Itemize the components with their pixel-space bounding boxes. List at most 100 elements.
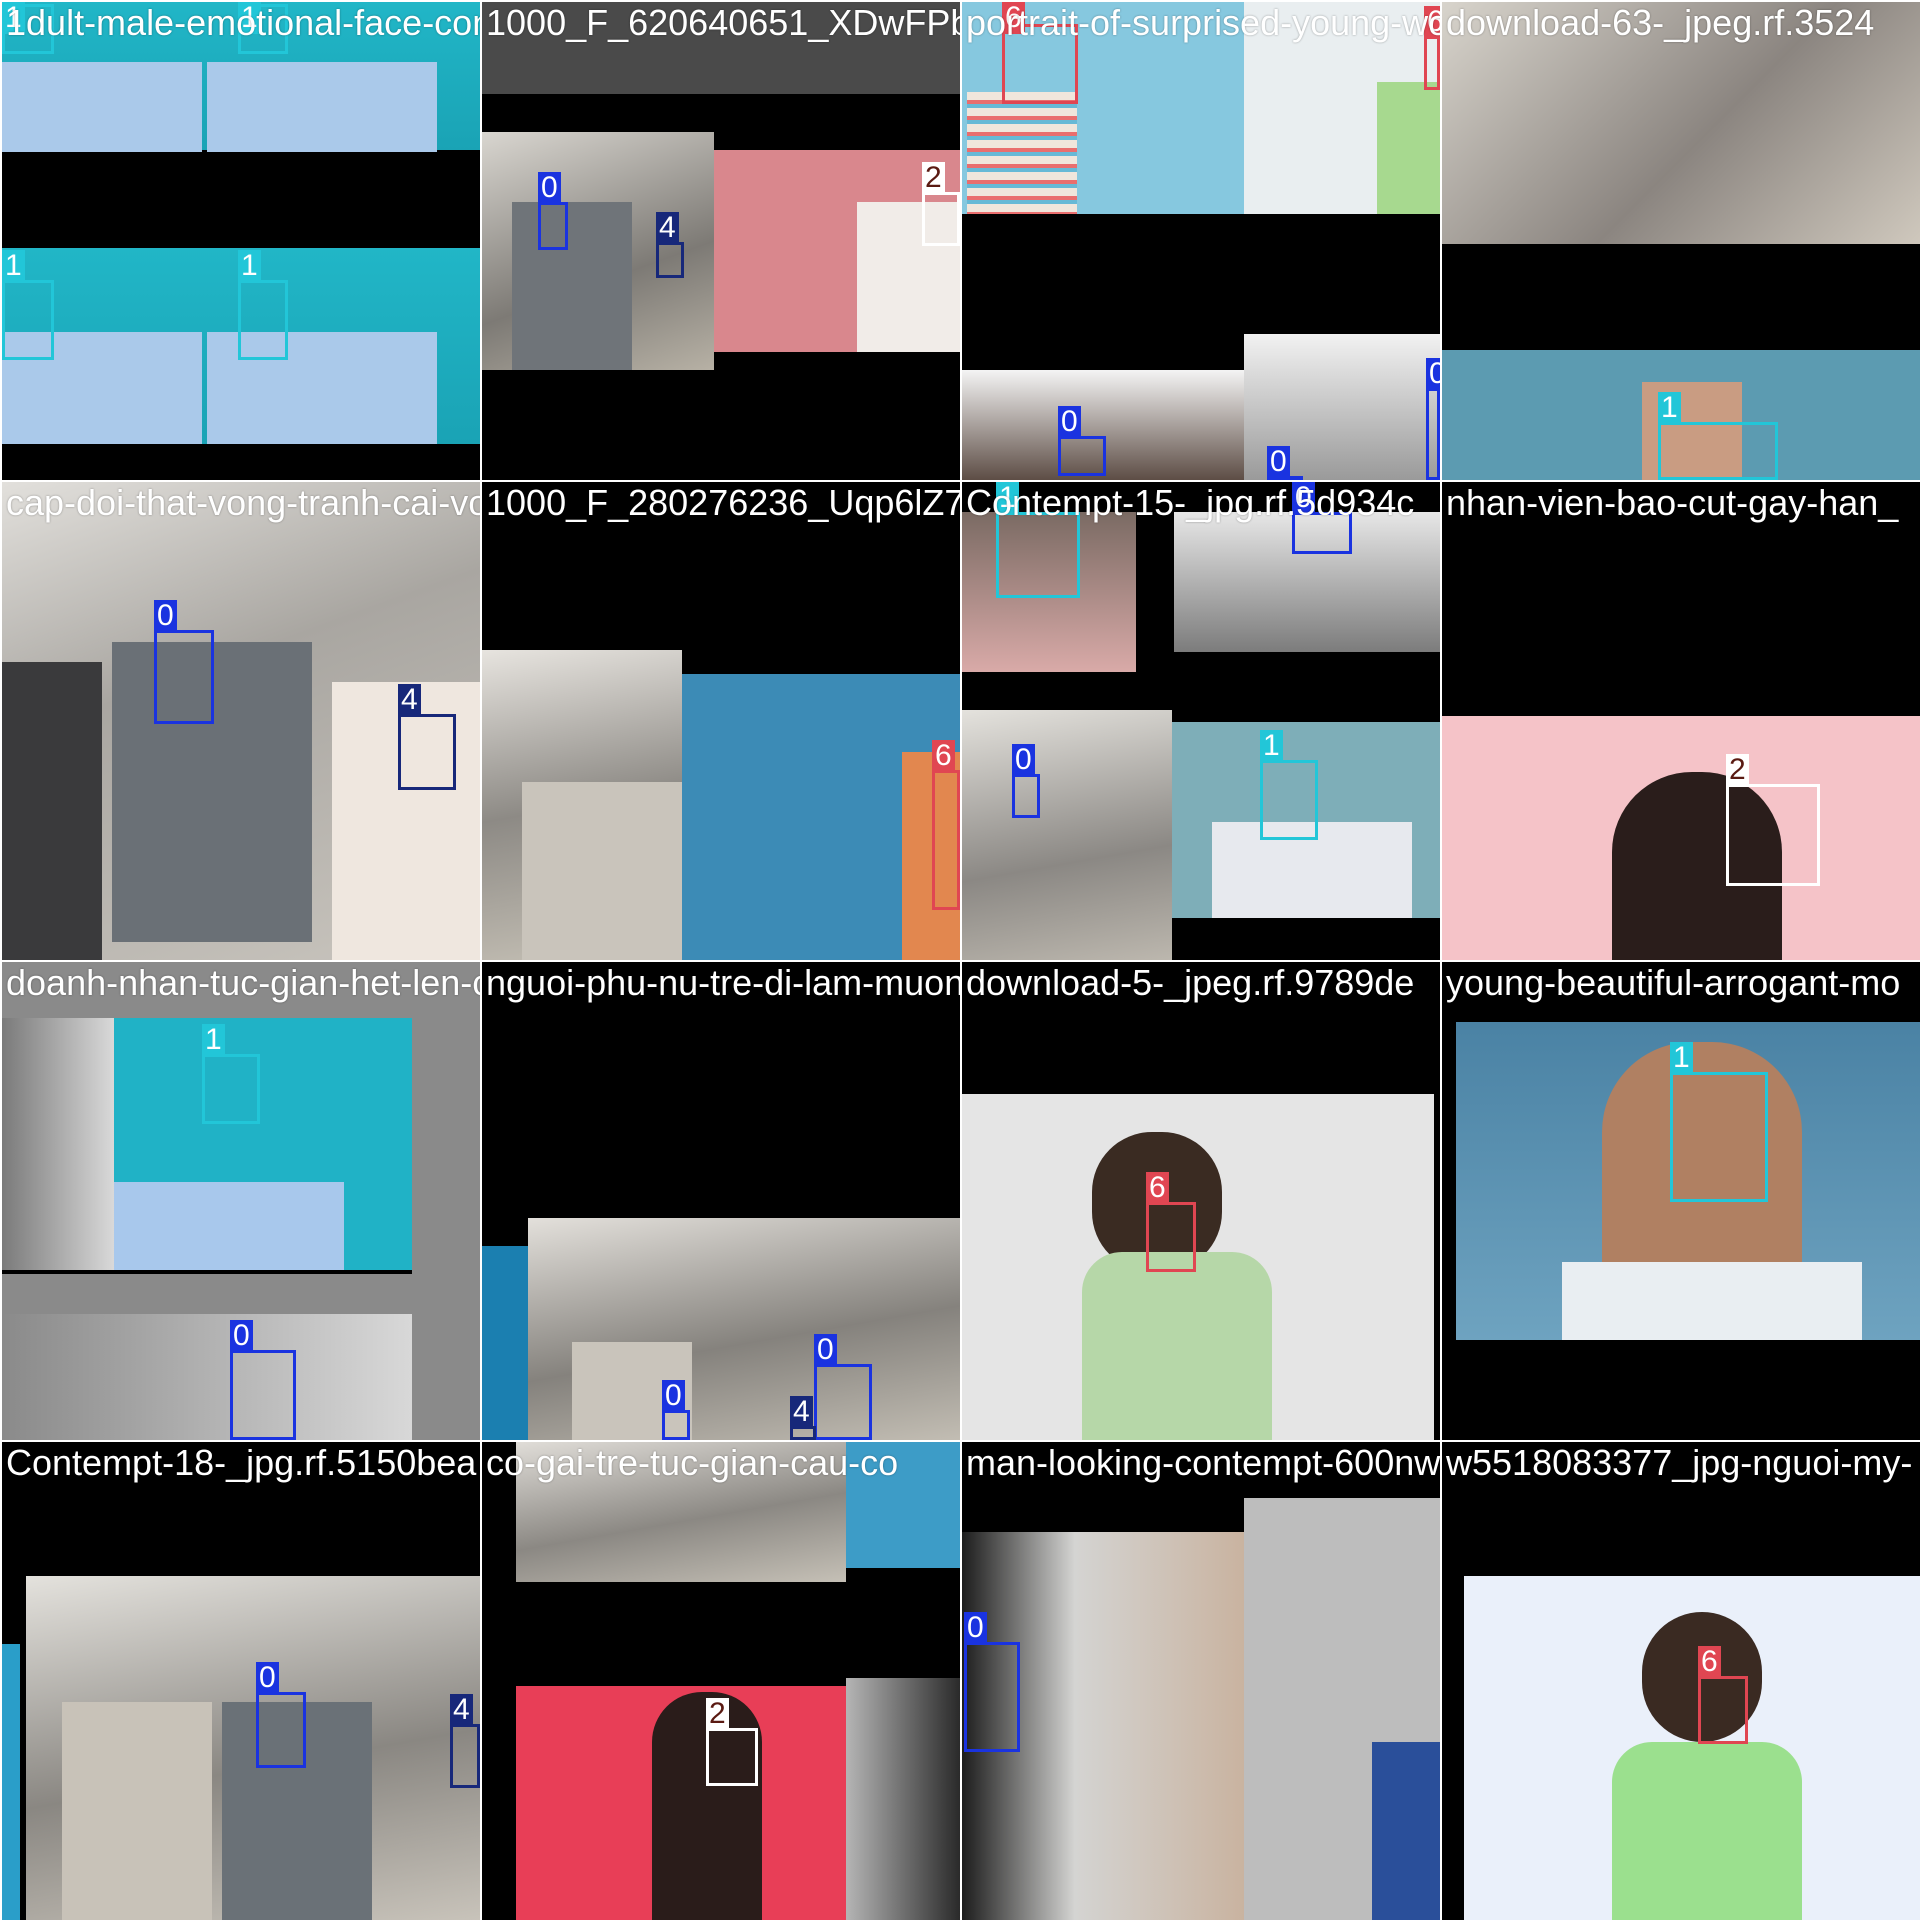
- bbox-class-0: [964, 1642, 1020, 1752]
- mosaic-tile: young-beautiful-arrogant-mo 1: [1442, 962, 1920, 1440]
- mosaic-tile: nhan-vien-bao-cut-gay-han_ 2: [1442, 482, 1920, 960]
- photo-region: [846, 1678, 960, 1920]
- bbox-class-0: [1058, 436, 1106, 476]
- tile-caption: Contempt-18-_jpg.rf.5150bea: [6, 1442, 477, 1483]
- bbox-class-label: 1: [238, 250, 261, 282]
- photo-region: [2, 1018, 114, 1270]
- bbox-class-label: 0: [538, 172, 561, 204]
- mosaic-tile: download-63-_jpeg.rf.3524 1: [1442, 2, 1920, 480]
- bbox-class-label: 1: [202, 1024, 225, 1056]
- bbox-class-0: [1426, 388, 1440, 480]
- mosaic-tile: 1000_F_280276236_Uqp6lZ7 6: [482, 482, 960, 960]
- person-shape: [62, 1702, 212, 1920]
- bbox-class-1: [202, 1054, 260, 1124]
- mosaic-tile: cap-doi-that-vong-tranh-cai-vo-nhan-vien…: [2, 482, 480, 960]
- mosaic-tile: w5518083377_jpg-nguoi-my- 6: [1442, 1442, 1920, 1920]
- bbox-class-label: 6: [932, 740, 955, 772]
- tile-caption: man-looking-contempt-600nw: [966, 1442, 1440, 1483]
- bbox-class-label: 0: [230, 1320, 253, 1352]
- bbox-class-6: [1146, 1202, 1196, 1272]
- bbox-class-4: [656, 242, 684, 278]
- bbox-class-label: 2: [1726, 754, 1749, 786]
- tile-caption: co-gai-tre-tuc-gian-cau-co: [486, 1442, 899, 1483]
- tile-caption: 1000_F_280276236_Uqp6lZ7: [486, 482, 960, 523]
- photo-region: [962, 710, 1172, 960]
- bbox-class-1: [1260, 760, 1318, 840]
- shirt-shape: [2, 62, 202, 152]
- bbox-class-label: 2: [706, 1698, 729, 1730]
- tile-caption: nhan-vien-bao-cut-gay-han_: [1446, 482, 1899, 523]
- shirt-shape: [967, 92, 1077, 214]
- tile-caption: 1000_F_620640651_XDwFPbd: [486, 2, 960, 43]
- bbox-class-label: 0: [814, 1334, 837, 1366]
- shirt-shape: [207, 62, 437, 152]
- tile-caption: cap-doi-that-vong-tranh-cai-vo-nhan-vien: [6, 482, 480, 523]
- tile-caption: nguoi-phu-nu-tre-di-lam-muon_jpg: [486, 962, 960, 1003]
- augmentation-mosaic-grid: 1dult-male-emotional-face-contempt-600nw…: [0, 0, 1920, 1920]
- tile-caption: w5518083377_jpg-nguoi-my-: [1446, 1442, 1913, 1483]
- bbox-class-label: 0: [662, 1380, 685, 1412]
- mosaic-tile: co-gai-tre-tuc-gian-cau-co 2: [482, 1442, 960, 1920]
- bbox-class-label: 0: [256, 1662, 279, 1694]
- mosaic-tile: doanh-nhan-tuc-gian-het-len-con-duoc 1 0: [2, 962, 480, 1440]
- bbox-class-6: [1698, 1676, 1748, 1744]
- bbox-class-label: 1: [1658, 392, 1681, 424]
- bbox-class-0: [814, 1364, 872, 1440]
- person-shape: [512, 202, 632, 370]
- bbox-class-label: 2: [922, 162, 945, 194]
- bbox-class-label: 0: [1267, 446, 1290, 478]
- mosaic-tile: portrait-of-surprised-young-woman 66000: [962, 2, 1440, 480]
- bbox-class-1: [1658, 422, 1778, 480]
- mosaic-tile: Contempt-15-_jpg.rf.5d934c 1001: [962, 482, 1440, 960]
- bbox-class-label: 1: [1670, 1042, 1693, 1074]
- tile-caption: download-5-_jpeg.rf.9789de: [966, 962, 1415, 1003]
- photo-region: [2, 1644, 20, 1920]
- shirt-shape: [114, 1182, 344, 1270]
- mosaic-tile: man-looking-contempt-600nw 0: [962, 1442, 1440, 1920]
- bbox-class-0: [256, 1692, 306, 1768]
- bbox-class-label: 0: [964, 1612, 987, 1644]
- bbox-class-label: 0: [1012, 744, 1035, 776]
- mosaic-tile: download-5-_jpeg.rf.9789de 6: [962, 962, 1440, 1440]
- bbox-class-label: 1: [1260, 730, 1283, 762]
- bbox-class-label: 1: [2, 250, 25, 282]
- bbox-class-0: [538, 202, 568, 250]
- photo-region: [2, 1314, 412, 1440]
- bbox-class-4: [398, 714, 456, 790]
- mosaic-tile: 1dult-male-emotional-face-contempt-600nw…: [2, 2, 480, 480]
- bbox-class-4: [790, 1426, 816, 1440]
- bbox-class-2: [1726, 784, 1820, 886]
- bbox-class-1: [1670, 1072, 1768, 1202]
- bbox-class-0: [662, 1410, 690, 1440]
- bbox-class-1: [2, 280, 54, 360]
- bbox-class-label: 6: [1698, 1646, 1721, 1678]
- bbox-class-0: [154, 630, 214, 724]
- bbox-class-label: 4: [450, 1694, 473, 1726]
- shirt-shape: [1082, 1252, 1272, 1440]
- person-shape: [2, 662, 102, 960]
- shirt-shape: [1612, 1742, 1802, 1920]
- bbox-class-label: 0: [1058, 406, 1081, 438]
- bbox-class-label: 4: [398, 684, 421, 716]
- bbox-class-6: [1424, 36, 1440, 90]
- mosaic-tile: nguoi-phu-nu-tre-di-lam-muon_jpg 004: [482, 962, 960, 1440]
- bbox-class-2: [922, 192, 960, 246]
- bbox-class-1: [996, 512, 1080, 598]
- bbox-class-label: 4: [656, 212, 679, 244]
- tile-caption: download-63-_jpeg.rf.3524: [1446, 2, 1875, 43]
- tile-caption: young-beautiful-arrogant-mo: [1446, 962, 1901, 1003]
- shirt-shape: [1377, 82, 1440, 214]
- bbox-class-label: 6: [1146, 1172, 1169, 1204]
- tile-caption: portrait-of-surprised-young-woman: [966, 2, 1440, 43]
- mosaic-tile: 1000_F_620640651_XDwFPbd 0 4 2: [482, 2, 960, 480]
- bbox-class-label: 0: [1426, 358, 1440, 390]
- bbox-class-0: [1012, 774, 1040, 818]
- person-shape: [522, 782, 682, 960]
- bbox-class-1: [238, 280, 288, 360]
- shirt-shape: [1562, 1262, 1862, 1340]
- mosaic-tile: Contempt-18-_jpg.rf.5150bea 0 4: [2, 1442, 480, 1920]
- tile-caption: doanh-nhan-tuc-gian-het-len-con-duoc: [6, 962, 480, 1003]
- bbox-class-6: [932, 770, 960, 910]
- bbox-class-2: [706, 1728, 758, 1786]
- person-shape: [1372, 1742, 1440, 1920]
